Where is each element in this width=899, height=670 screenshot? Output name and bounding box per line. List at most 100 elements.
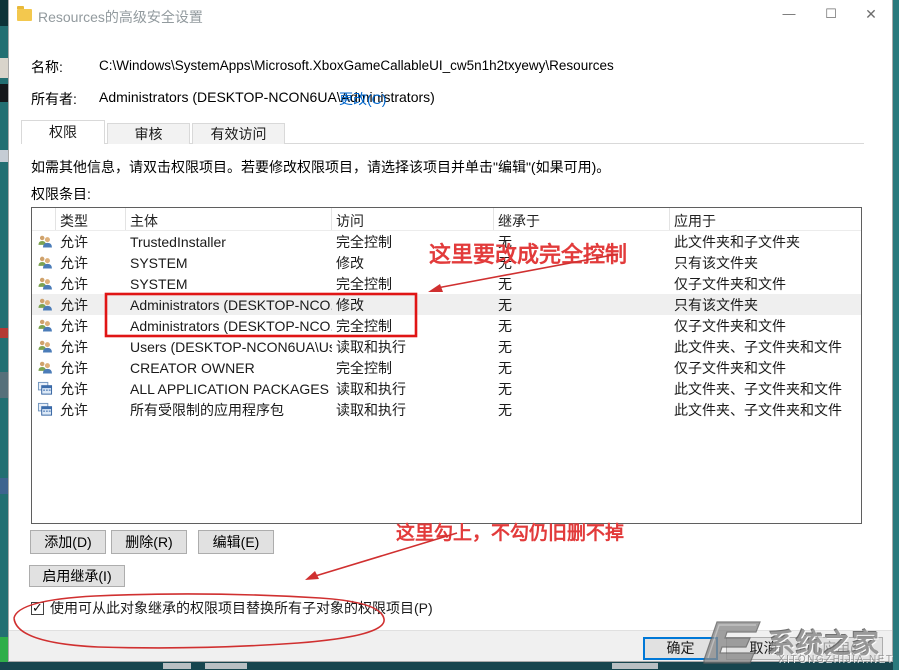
taskbar-strip bbox=[0, 662, 899, 670]
column-header-principal[interactable]: 主体 bbox=[126, 208, 332, 230]
change-owner-link[interactable]: 更改(C) bbox=[339, 89, 386, 109]
advanced-security-settings-dialog: Resources的高级安全设置 — ☐ ✕ 名称: C:\Windows\Sy… bbox=[8, 0, 893, 662]
table-row[interactable]: 允许 SYSTEM 修改 无 只有该文件夹 bbox=[32, 252, 861, 273]
folder-icon bbox=[17, 9, 32, 21]
cell-type: 允许 bbox=[56, 253, 126, 273]
cell-inherited: 无 bbox=[494, 337, 670, 357]
app-package-icon bbox=[37, 402, 53, 417]
cell-access: 完全控制 bbox=[332, 358, 494, 378]
cell-principal: SYSTEM bbox=[126, 276, 332, 292]
cell-applies: 此文件夹、子文件夹和文件 bbox=[670, 337, 861, 357]
dialog-footer: 确定 取消 应用(A) bbox=[9, 630, 892, 661]
cell-applies: 此文件夹和子文件夹 bbox=[670, 232, 861, 252]
cell-inherited: 无 bbox=[494, 274, 670, 294]
table-row[interactable]: 允许 所有受限制的应用程序包 读取和执行 无 此文件夹、子文件夹和文件 bbox=[32, 399, 861, 420]
table-row[interactable]: 允许 ALL APPLICATION PACKAGES 读取和执行 无 此文件夹… bbox=[32, 378, 861, 399]
principal-icon bbox=[32, 381, 56, 396]
principal-icon bbox=[32, 276, 56, 291]
owner-label: 所有者: bbox=[31, 89, 77, 109]
name-label: 名称: bbox=[31, 57, 63, 77]
permission-table-header: 类型 主体 访问 继承于 应用于 bbox=[32, 208, 861, 231]
tab-effective-access[interactable]: 有效访问 bbox=[192, 123, 285, 144]
table-row[interactable]: 允许 TrustedInstaller 完全控制 无 此文件夹和子文件夹 bbox=[32, 231, 861, 252]
principal-icon bbox=[32, 318, 56, 333]
taskbar-app-icon[interactable] bbox=[0, 637, 8, 662]
enable-inheritance-button[interactable]: 启用继承(I) bbox=[29, 565, 125, 587]
cell-type: 允许 bbox=[56, 358, 126, 378]
users-icon bbox=[37, 297, 53, 312]
principal-icon bbox=[32, 297, 56, 312]
desktop-background-right bbox=[893, 0, 899, 670]
users-icon bbox=[37, 255, 53, 270]
cell-access: 读取和执行 bbox=[332, 400, 494, 420]
table-row[interactable]: 允许 CREATOR OWNER 完全控制 无 仅子文件夹和文件 bbox=[32, 357, 861, 378]
cell-inherited: 无 bbox=[494, 316, 670, 336]
ok-button[interactable]: 确定 bbox=[643, 637, 718, 660]
table-row[interactable]: 允许 SYSTEM 完全控制 无 仅子文件夹和文件 bbox=[32, 273, 861, 294]
principal-icon bbox=[32, 402, 56, 417]
cell-type: 允许 bbox=[56, 295, 126, 315]
principal-icon bbox=[32, 360, 56, 375]
add-button[interactable]: 添加(D) bbox=[30, 530, 106, 554]
cell-inherited: 无 bbox=[494, 253, 670, 273]
maximize-button[interactable]: ☐ bbox=[814, 0, 848, 28]
checkmark-icon: ✓ bbox=[32, 600, 43, 616]
header-icon-spacer bbox=[32, 208, 56, 230]
cell-access: 读取和执行 bbox=[332, 337, 494, 357]
cell-access: 完全控制 bbox=[332, 232, 494, 252]
principal-icon bbox=[32, 255, 56, 270]
cell-inherited: 无 bbox=[494, 400, 670, 420]
app-package-icon bbox=[37, 381, 53, 396]
cell-type: 允许 bbox=[56, 274, 126, 294]
permission-table-body: 允许 TrustedInstaller 完全控制 无 此文件夹和子文件夹 bbox=[32, 231, 861, 420]
column-header-inherited-from[interactable]: 继承于 bbox=[494, 208, 670, 230]
cell-principal: 所有受限制的应用程序包 bbox=[126, 400, 332, 420]
permission-table: 类型 主体 访问 继承于 应用于 bbox=[31, 207, 862, 524]
table-row[interactable]: 允许 Administrators (DESKTOP-NCO... 完全控制 无… bbox=[32, 315, 861, 336]
cell-applies: 只有该文件夹 bbox=[670, 295, 861, 315]
close-button[interactable]: ✕ bbox=[854, 0, 888, 28]
cell-applies: 此文件夹、子文件夹和文件 bbox=[670, 400, 861, 420]
edit-button[interactable]: 编辑(E) bbox=[198, 530, 274, 554]
users-icon bbox=[37, 276, 53, 291]
replace-permissions-label: 使用可从此对象继承的权限项目替换所有子对象的权限项目(P) bbox=[50, 598, 433, 618]
cell-inherited: 无 bbox=[494, 232, 670, 252]
cell-applies: 仅子文件夹和文件 bbox=[670, 274, 861, 294]
desktop-background-left bbox=[0, 0, 8, 670]
cell-access: 读取和执行 bbox=[332, 379, 494, 399]
table-row[interactable]: 允许 Users (DESKTOP-NCON6UA\Use... 读取和执行 无… bbox=[32, 336, 861, 357]
apply-button[interactable]: 应用(A) bbox=[808, 637, 883, 660]
cell-access: 完全控制 bbox=[332, 274, 494, 294]
cell-inherited: 无 bbox=[494, 379, 670, 399]
column-header-applies-to[interactable]: 应用于 bbox=[670, 208, 861, 230]
cell-inherited: 无 bbox=[494, 358, 670, 378]
column-header-access[interactable]: 访问 bbox=[332, 208, 494, 230]
cell-applies: 仅子文件夹和文件 bbox=[670, 316, 861, 336]
delete-button[interactable]: 删除(R) bbox=[111, 530, 187, 554]
cell-access: 修改 bbox=[332, 253, 494, 273]
replace-permissions-checkbox[interactable]: ✓ bbox=[31, 602, 44, 615]
window-title: Resources的高级安全设置 bbox=[38, 7, 203, 27]
tab-auditing[interactable]: 审核 bbox=[107, 123, 190, 144]
cell-type: 允许 bbox=[56, 232, 126, 252]
cell-access: 完全控制 bbox=[332, 316, 494, 336]
cell-principal: Users (DESKTOP-NCON6UA\Use... bbox=[126, 339, 332, 355]
table-row[interactable]: 允许 Administrators (DESKTOP-NCO... 修改 无 只… bbox=[32, 294, 861, 315]
cancel-button[interactable]: 取消 bbox=[726, 637, 801, 660]
cell-inherited: 无 bbox=[494, 295, 670, 315]
name-value: C:\Windows\SystemApps\Microsoft.XboxGame… bbox=[99, 58, 614, 73]
tab-permissions[interactable]: 权限 bbox=[21, 120, 105, 144]
users-icon bbox=[37, 318, 53, 333]
cell-principal: TrustedInstaller bbox=[126, 234, 332, 250]
instructions-text: 如需其他信息，请双击权限项目。若要修改权限项目，请选择该项目并单击"编辑"(如果… bbox=[31, 157, 610, 177]
principal-icon bbox=[32, 339, 56, 354]
column-header-type[interactable]: 类型 bbox=[56, 208, 126, 230]
users-icon bbox=[37, 360, 53, 375]
minimize-button[interactable]: — bbox=[772, 0, 806, 28]
cell-principal: ALL APPLICATION PACKAGES bbox=[126, 381, 332, 397]
title-bar: Resources的高级安全设置 — ☐ ✕ bbox=[9, 0, 892, 30]
cell-type: 允许 bbox=[56, 379, 126, 399]
cell-principal: SYSTEM bbox=[126, 255, 332, 271]
cell-type: 允许 bbox=[56, 400, 126, 420]
entries-label: 权限条目: bbox=[31, 184, 91, 204]
